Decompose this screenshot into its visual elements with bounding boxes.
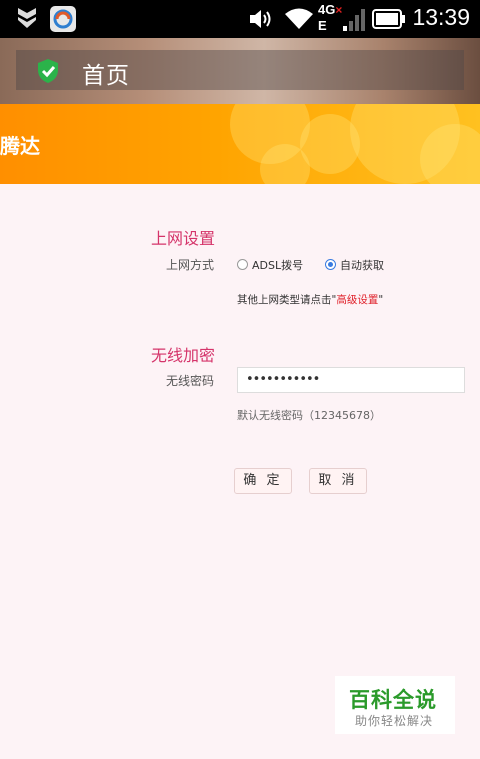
- network-type: 4G× E: [318, 2, 343, 33]
- app-notification-icon: [49, 5, 77, 37]
- auto-obtain-radio[interactable]: [325, 259, 336, 270]
- shield-notification-icon: [16, 6, 38, 34]
- clock: 13:39: [412, 4, 470, 30]
- battery-icon: [372, 9, 406, 33]
- wireless-password-input[interactable]: •••••••••••: [237, 367, 465, 393]
- adsl-radio[interactable]: [237, 259, 248, 270]
- advanced-settings-hint: 其他上网类型请点击"高级设置": [237, 294, 384, 306]
- default-password-hint: 默认无线密码（12345678）: [237, 409, 381, 422]
- watermark-title: 百科全说: [349, 688, 437, 712]
- confirm-button[interactable]: 确 定: [234, 468, 292, 494]
- auto-obtain-radio-label[interactable]: 自动获取: [340, 257, 384, 273]
- signal-icon: [342, 8, 368, 36]
- watermark-subtitle: 助你轻松解决: [355, 714, 434, 728]
- app-bar: 首页: [0, 38, 480, 104]
- wireless-encryption-title: 无线加密: [151, 346, 216, 365]
- wireless-password-label: 无线密码: [166, 374, 215, 388]
- advanced-settings-link[interactable]: 高级设置: [336, 294, 378, 306]
- connection-method-label: 上网方式: [166, 258, 215, 272]
- status-bar: 4G× E 13:39: [0, 0, 480, 38]
- volume-icon: [248, 8, 274, 34]
- adsl-radio-label[interactable]: ADSL拨号: [252, 257, 303, 273]
- internet-settings-title: 上网设置: [151, 229, 216, 248]
- brand-banner: 腾达: [0, 104, 480, 184]
- cancel-button[interactable]: 取 消: [309, 468, 367, 494]
- watermark: 百科全说 助你轻松解决: [335, 676, 455, 734]
- wifi-icon: [284, 7, 314, 35]
- page-title: 首页: [82, 63, 130, 89]
- brand-logo-text: 腾达: [0, 134, 40, 158]
- green-shield-check-icon[interactable]: [36, 58, 60, 88]
